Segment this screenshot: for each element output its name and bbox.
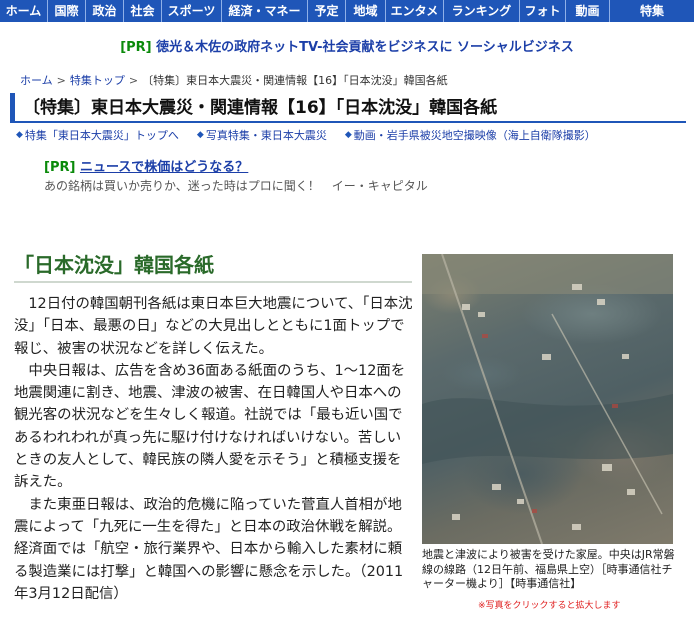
nav-item-sports[interactable]: スポーツ <box>162 0 222 22</box>
breadcrumb-feature-top-link[interactable]: 特集トップ <box>70 74 125 87</box>
nav-item-video[interactable]: 動画 <box>566 0 610 22</box>
related-link-label: 写真特集・東日本大震災 <box>205 129 327 142</box>
photo-zoom-note: ※写真をクリックすると拡大します <box>478 601 621 611</box>
diamond-bullet-icon: ◆ <box>16 130 23 140</box>
pr-block: [PR] ニュースで株価はどうなる？ <box>44 156 248 175</box>
related-link-label: 動画・岩手県被災地空撮映像（海上自衛隊撮影） <box>353 129 596 142</box>
pr-tag: [PR] <box>44 160 76 175</box>
breadcrumb: ホーム > 特集トップ > 〔特集〕東日本大震災・関連情報【16】「日本沈没」韓国各紙 <box>20 72 448 88</box>
pr-tag: [PR] <box>120 40 152 55</box>
aerial-photo-graphic <box>422 254 673 544</box>
diamond-bullet-icon: ◆ <box>344 130 352 140</box>
related-link-label: 特集「東日本大震災」トップへ <box>24 129 179 142</box>
article-paragraph: また東亜日報は、政治的危機に陥っていた菅直人首相が地震によって「九死に一生を得た… <box>14 496 404 602</box>
related-link-video[interactable]: ◆ 動画・岩手県被災地空撮映像（海上自衛隊撮影） <box>345 127 596 143</box>
nav-item-ranking[interactable]: ランキング <box>444 0 520 22</box>
top-navigation-bar: ホーム 国際 政治 社会 スポーツ 経済・マネー 予定 地域 エンタメ ランキン… <box>0 0 694 22</box>
breadcrumb-separator: > <box>128 74 139 87</box>
nav-item-region[interactable]: 地域 <box>346 0 386 22</box>
pr-stock-news-link[interactable]: ニュースで株価はどうなる？ <box>80 160 248 175</box>
pr-banner-top: [PR] 徳光＆木佐の政府ネットTV-社会貢献をビジネスに ソーシャルビジネス <box>0 36 694 55</box>
article-body: 12日付の韓国朝刊各紙は東日本巨大地震について、「日本沈没」「日本、最悪の日」な… <box>14 293 414 605</box>
diamond-bullet-icon: ◆ <box>196 130 204 140</box>
page-title: 〔特集〕東日本大震災・関連情報【16】「日本沈没」韓国各紙 <box>10 93 686 123</box>
nav-item-society[interactable]: 社会 <box>124 0 162 22</box>
disaster-aerial-photo[interactable] <box>422 254 673 544</box>
article-paragraph: 12日付の韓国朝刊各紙は東日本巨大地震について、「日本沈没」「日本、最悪の日」な… <box>14 296 413 357</box>
pr-description: あの銘柄は買いか売りか、迷った時はプロに聞く！ イー・キャピタル <box>44 179 428 193</box>
related-links: ◆ 特集「東日本大震災」トップへ ◆ 写真特集・東日本大震災 ◆ 動画・岩手県被災地空… <box>16 127 692 143</box>
breadcrumb-home-link[interactable]: ホーム <box>20 74 53 87</box>
nav-item-international[interactable]: 国際 <box>48 0 86 22</box>
article-paragraph: 中央日報は、広告を含め36面ある紙面のうち、1～12面を地震関連に割き、地震、津… <box>14 362 406 491</box>
nav-item-schedule[interactable]: 予定 <box>308 0 346 22</box>
nav-item-entertainment[interactable]: エンタメ <box>386 0 444 22</box>
nav-item-home[interactable]: ホーム <box>0 0 48 22</box>
nav-item-photo[interactable]: フォト <box>520 0 566 22</box>
nav-item-economy-money[interactable]: 経済・マネー <box>222 0 308 22</box>
related-link-feature-top[interactable]: ◆ 特集「東日本大震災」トップへ <box>16 127 179 143</box>
breadcrumb-separator: > <box>56 74 66 87</box>
photo-caption: 地震と津波により被害を受けた家屋。中央はJR常磐線の線路（12日午前、福島県上空… <box>422 548 675 590</box>
breadcrumb-current: 〔特集〕東日本大震災・関連情報【16】「日本沈没」韓国各紙 <box>142 74 448 87</box>
article-heading: 「日本沈没」韓国各紙 <box>14 251 412 283</box>
related-link-photo-feature[interactable]: ◆ 写真特集・東日本大震災 <box>197 127 327 143</box>
nav-item-feature[interactable]: 特集 <box>610 0 694 22</box>
nav-item-politics[interactable]: 政治 <box>86 0 124 22</box>
pr-top-link[interactable]: 徳光＆木佐の政府ネットTV-社会貢献をビジネスに ソーシャルビジネス <box>156 40 574 55</box>
